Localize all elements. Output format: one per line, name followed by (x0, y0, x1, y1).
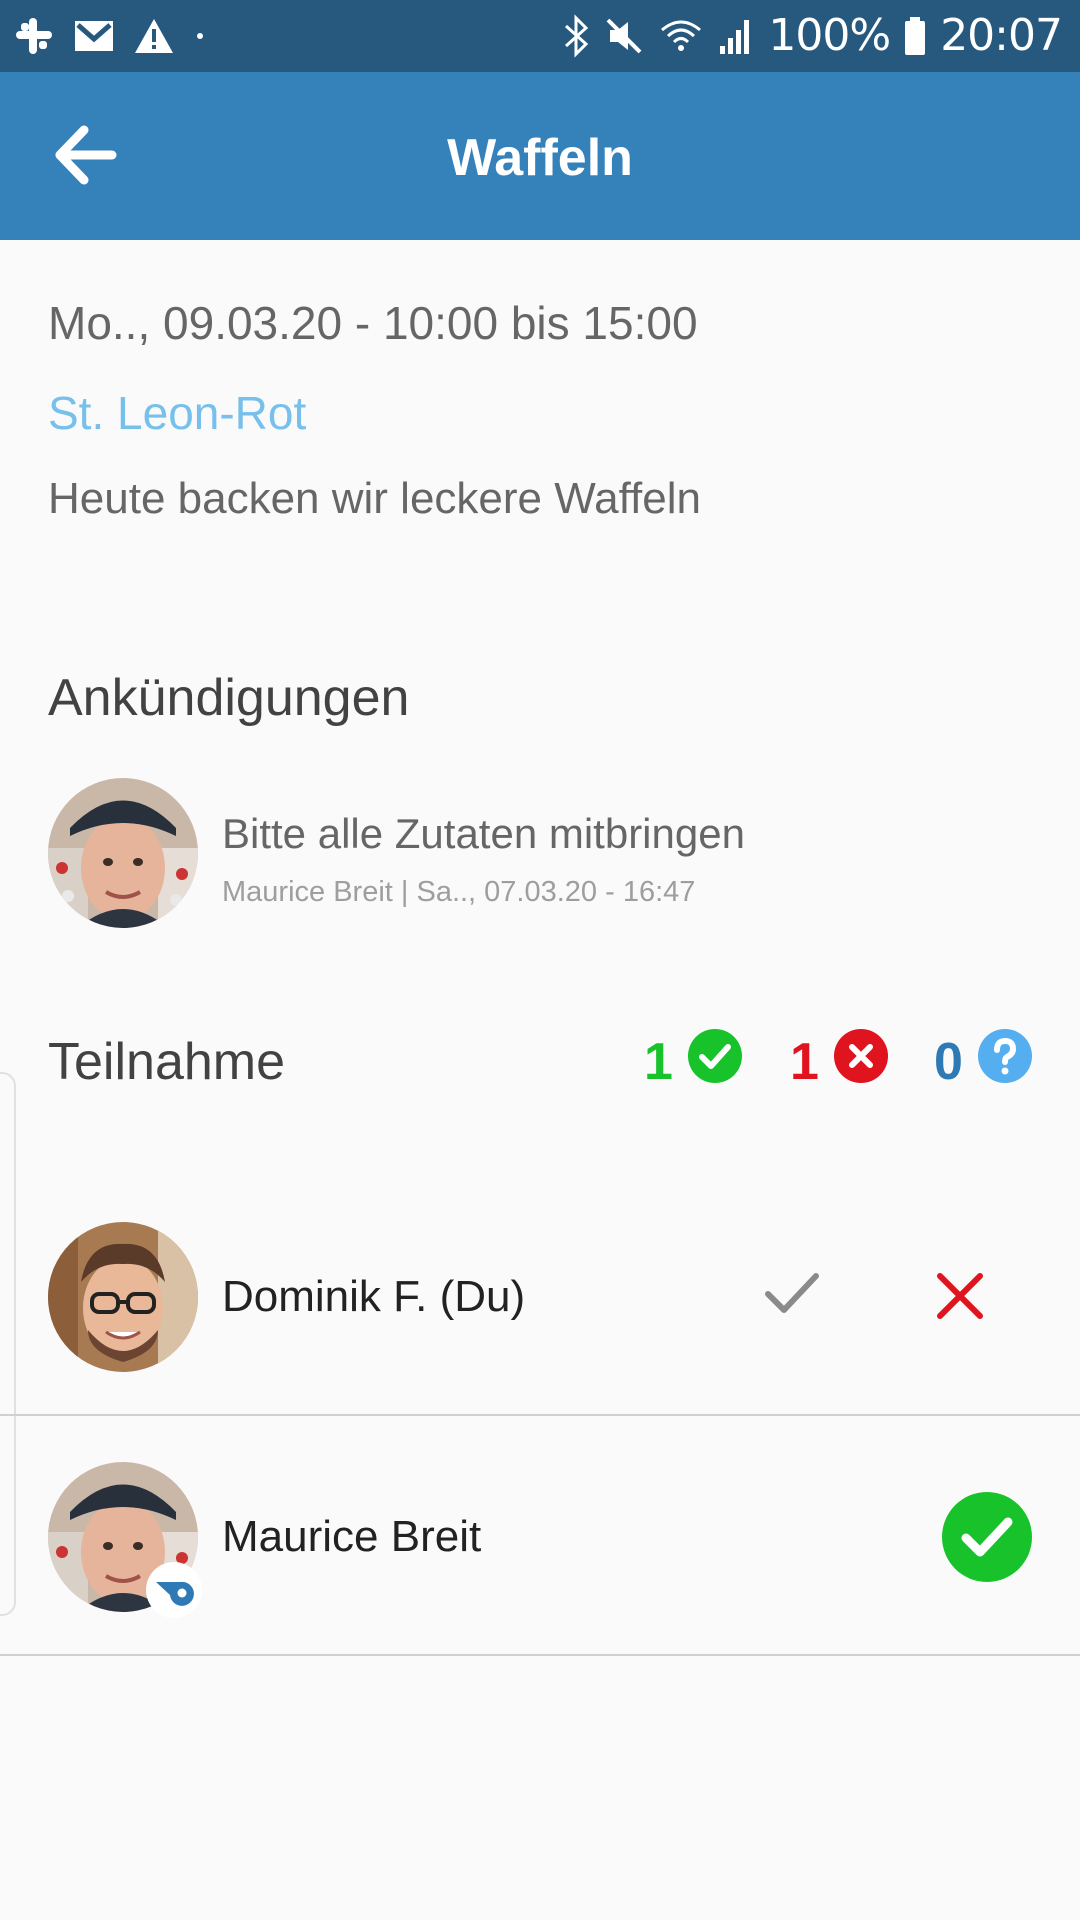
slack-icon (16, 18, 52, 54)
more-notifications-dot-icon (197, 33, 203, 39)
signal-icon (720, 20, 750, 54)
participant-divider (0, 1654, 1080, 1656)
announcement-meta: Maurice Breit | Sa.., 07.03.20 - 16:47 (222, 876, 696, 908)
side-drawer-handle[interactable] (0, 1072, 16, 1616)
participant-divider (0, 1414, 1080, 1416)
event-date-time: Mo.., 09.03.20 - 10:00 bis 15:00 (48, 297, 698, 349)
participant-name: Maurice Breit (222, 1512, 482, 1561)
decline-x-icon[interactable] (936, 1272, 984, 1320)
mute-icon (606, 18, 642, 54)
confirmed-check-circle-icon[interactable] (942, 1492, 1032, 1582)
no-x-circle-icon (834, 1029, 888, 1083)
accept-check-icon[interactable] (764, 1270, 820, 1316)
participation-heading: Teilnahme (48, 1033, 286, 1091)
page-title: Waffeln (447, 129, 633, 187)
participant-name: Dominik F. (Du) (222, 1272, 526, 1321)
event-location-link[interactable]: St. Leon-Rot (48, 386, 306, 440)
yes-check-circle-icon (688, 1029, 742, 1083)
wifi-icon (661, 20, 702, 51)
announcement-author-avatar[interactable] (48, 778, 198, 928)
event-description: Heute backen wir leckere Waffeln (48, 474, 701, 523)
bluetooth-icon (565, 14, 589, 58)
announcements-heading: Ankündigungen (48, 669, 410, 727)
warning-icon (135, 19, 173, 53)
announcement-text: Bitte alle Zutaten mitbringen (222, 810, 745, 857)
battery-icon (905, 17, 926, 55)
battery-percentage: 100% (768, 10, 891, 61)
no-count: 1 (790, 1033, 819, 1091)
participant-avatar[interactable] (48, 1222, 198, 1372)
status-bar: 100% 20:07 (0, 0, 1080, 72)
app-bar: Waffeln (0, 72, 1080, 240)
system-icons: 100% 20:07 (562, 10, 1063, 62)
unknown-question-circle-icon (978, 1029, 1032, 1083)
notification-icons (14, 16, 206, 56)
gmail-icon (75, 21, 113, 51)
whistle-icon (146, 1562, 202, 1618)
yes-count: 1 (644, 1033, 673, 1091)
clock: 20:07 (940, 10, 1063, 61)
unknown-count: 0 (934, 1033, 963, 1091)
